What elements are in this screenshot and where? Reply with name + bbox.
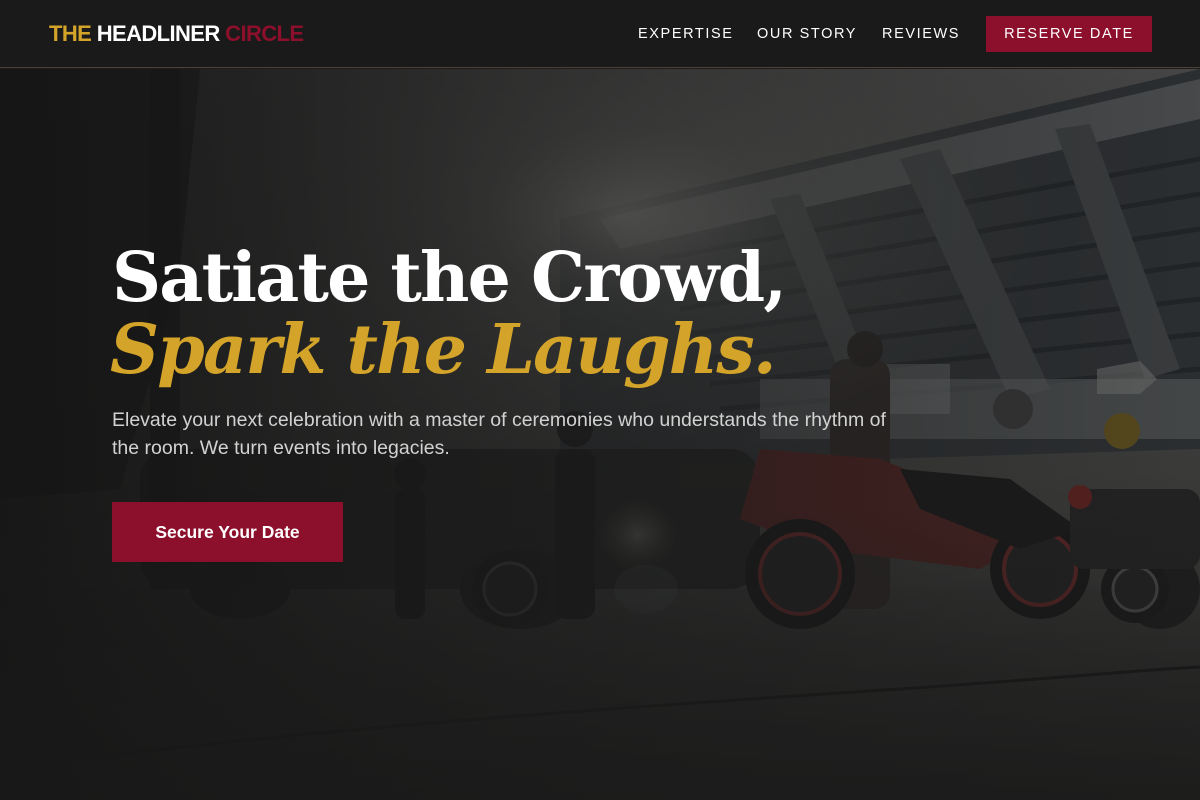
nav-link-our-story[interactable]: OUR STORY (757, 24, 857, 44)
brand-word-circle: CIRCLE (225, 21, 304, 46)
reserve-date-button[interactable]: RESERVE DATE (986, 16, 1152, 52)
nav-link-expertise[interactable]: EXPERTISE (638, 24, 734, 44)
top-navbar: THE HEADLINER CIRCLE EXPERTISE OUR STORY… (0, 0, 1200, 68)
hero-subtext: Elevate your next celebration with a mas… (112, 409, 886, 459)
nav-link-reviews[interactable]: REVIEWS (882, 24, 960, 44)
hero-headline-line2: Spark the Laughs. (110, 310, 777, 390)
brand-word-headliner: HEADLINER (96, 21, 221, 46)
brand-logo[interactable]: THE HEADLINER CIRCLE (49, 20, 304, 48)
secure-your-date-button[interactable]: Secure Your Date (112, 502, 343, 562)
brand-word-the: THE (49, 21, 92, 46)
